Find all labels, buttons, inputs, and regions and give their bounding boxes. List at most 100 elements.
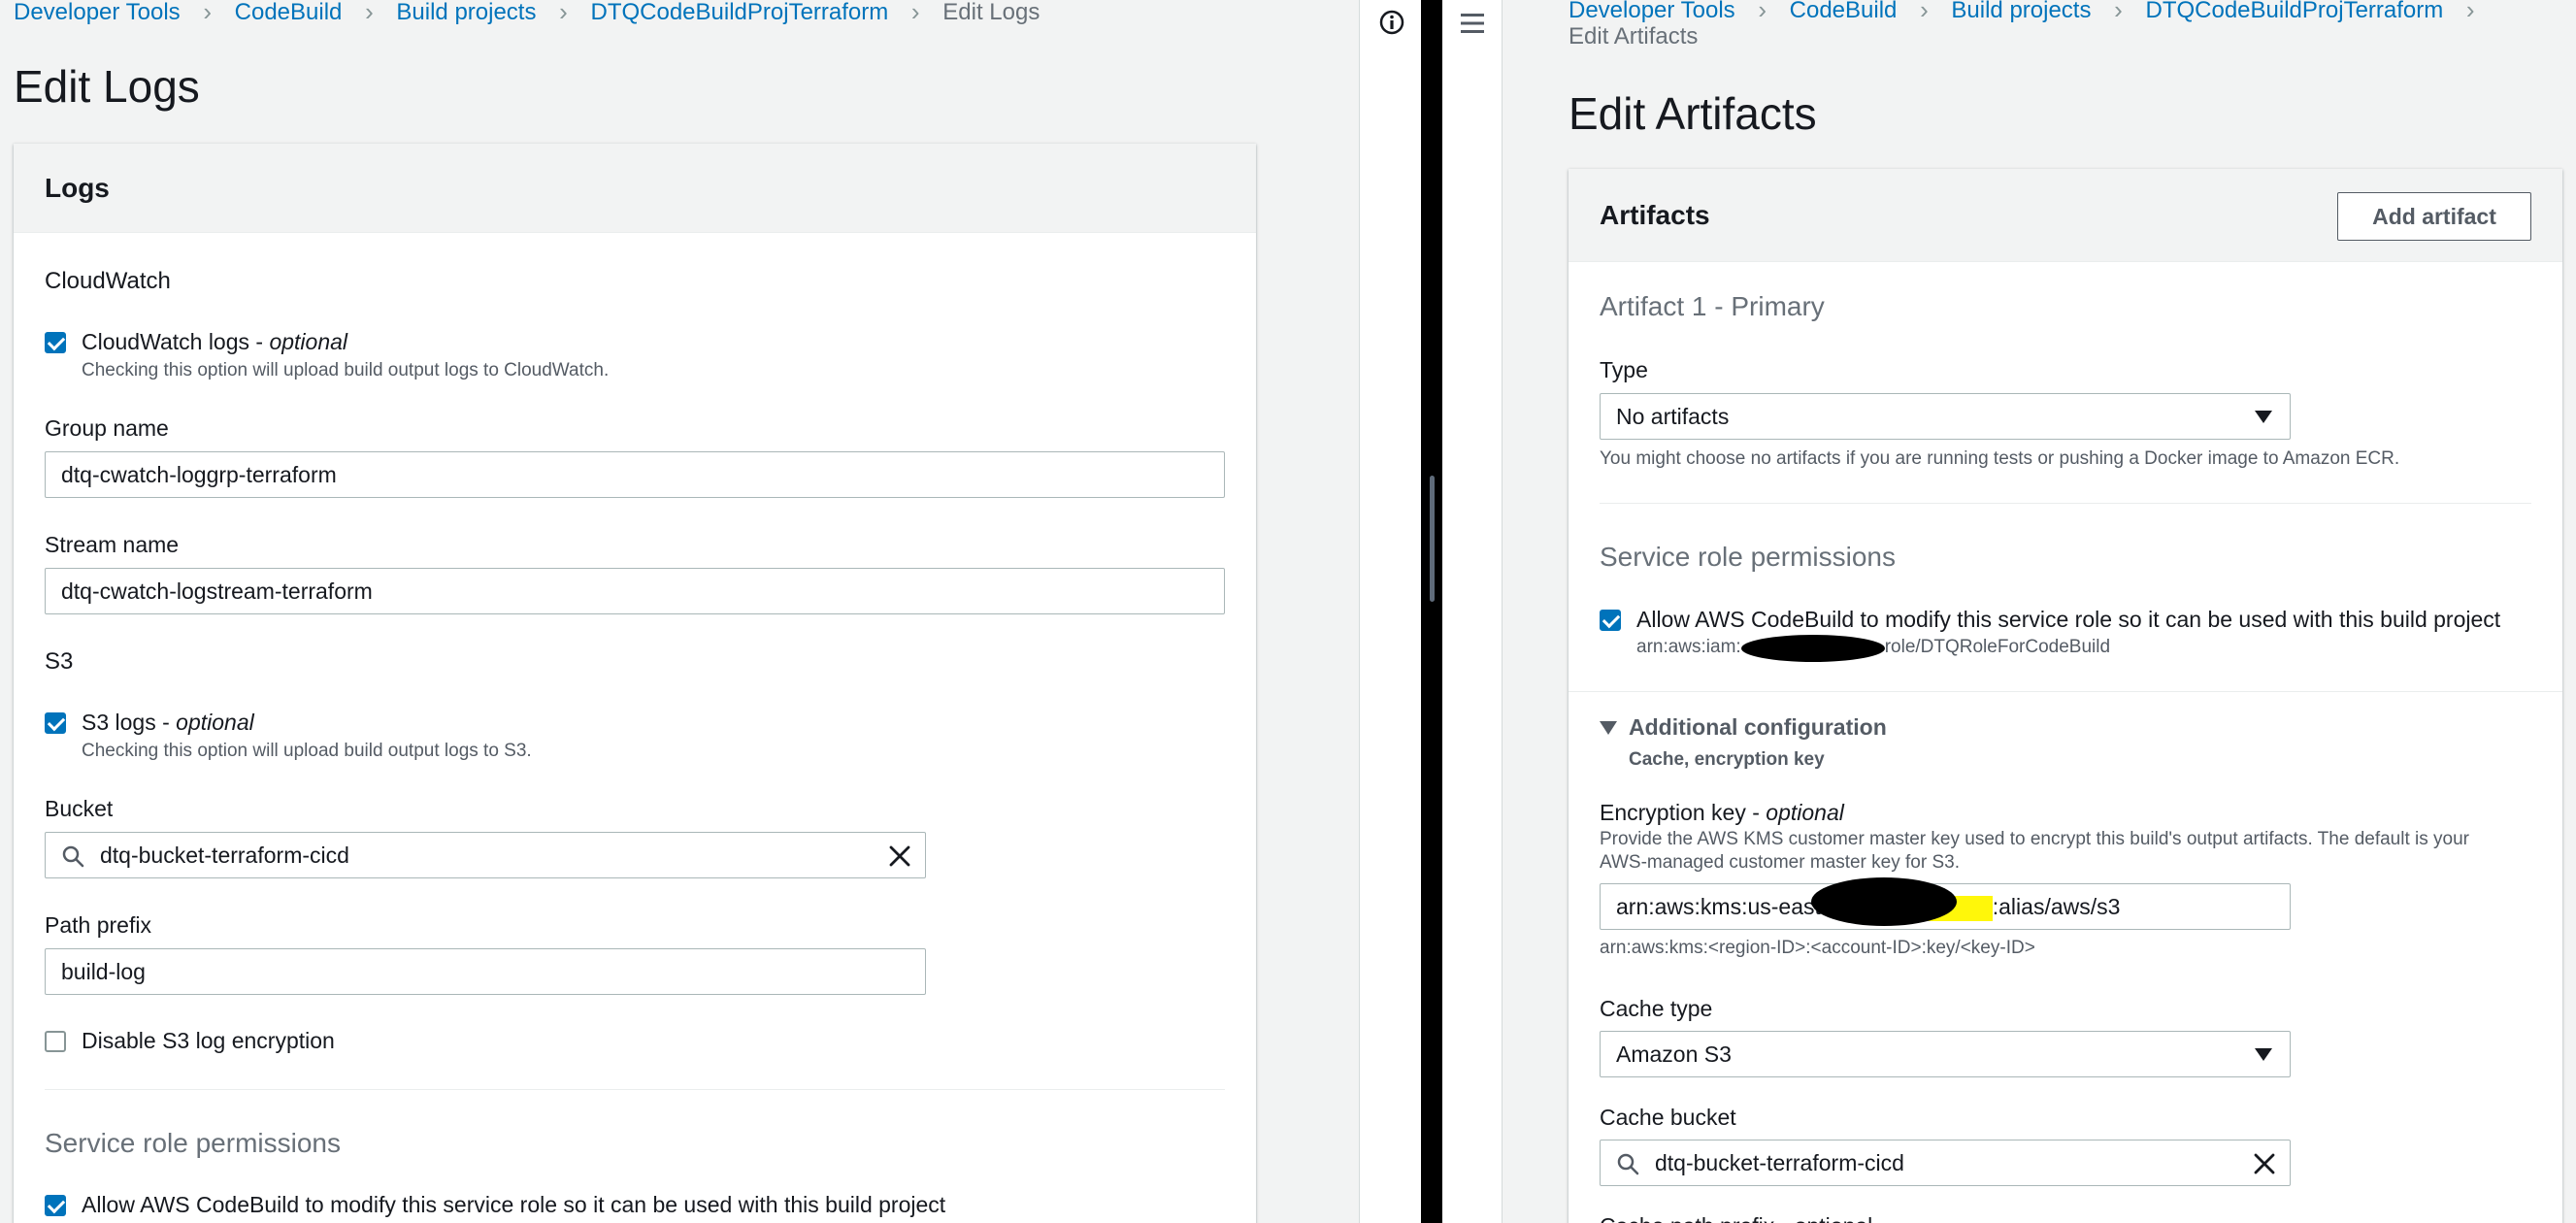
- panel-header: [14, 144, 1256, 233]
- optional-text: optional: [176, 710, 254, 735]
- stream-name-label: Stream name: [45, 532, 180, 557]
- info-panel-strip: [1359, 0, 1421, 1223]
- encryption-hint-line-1: Provide the AWS KMS customer master key …: [1600, 829, 2469, 849]
- encryption-format-hint: arn:aws:kms:<region-ID>:<account-ID>:key…: [1600, 938, 2035, 958]
- breadcrumb-build-projects[interactable]: Build projects: [1951, 0, 2091, 24]
- service-role-checkbox[interactable]: [45, 1195, 66, 1216]
- type-hint: You might choose no artifacts if you are…: [1600, 448, 2400, 469]
- optional-text: optional: [269, 329, 348, 354]
- additional-configuration-subtitle: Cache, encryption key: [1629, 749, 1825, 770]
- close-icon[interactable]: [888, 844, 911, 868]
- panel-title: Artifacts: [1600, 200, 1710, 230]
- breadcrumb-line-2: Edit Artifacts: [1569, 23, 1698, 50]
- section-divider: [1569, 691, 2562, 692]
- path-prefix-input[interactable]: build-log: [45, 948, 926, 995]
- service-role-label: Allow AWS CodeBuild to modify this servi…: [1636, 607, 2501, 632]
- search-icon: [62, 845, 84, 868]
- split-drag-handle[interactable]: [1430, 476, 1435, 602]
- cloudwatch-logs-checkbox[interactable]: [45, 332, 66, 353]
- side-nav-strip: [1442, 0, 1503, 1223]
- hamburger-menu-icon[interactable]: [1459, 11, 1486, 36]
- page-title: Edit Artifacts: [1569, 88, 1817, 139]
- path-prefix-label: Path prefix: [45, 912, 151, 938]
- s3-logs-label-text: S3 logs -: [82, 710, 177, 735]
- s3-logs-hint: Checking this option will upload build o…: [82, 741, 532, 761]
- artifact-heading: Artifact 1 - Primary: [1600, 291, 1825, 321]
- caret-down-icon: [2255, 411, 2272, 423]
- breadcrumb-separator-icon: ›: [2465, 0, 2475, 24]
- s3-logs-label: S3 logs - optional: [82, 710, 254, 736]
- encryption-key-label-text: Encryption key -: [1600, 800, 1767, 825]
- stream-name-input[interactable]: dtq-cwatch-logstream-terraform: [45, 568, 1225, 614]
- cache-type-value: Amazon S3: [1616, 1041, 1732, 1067]
- section-divider: [45, 1089, 1225, 1090]
- disable-s3-encryption-checkbox[interactable]: [45, 1031, 66, 1052]
- breadcrumb-codebuild[interactable]: CodeBuild: [235, 0, 343, 26]
- cloudwatch-logs-label: CloudWatch logs - optional: [82, 329, 347, 355]
- type-select-value: No artifacts: [1616, 404, 1730, 429]
- breadcrumb-project[interactable]: DTQCodeBuildProjTerraform: [590, 0, 888, 26]
- breadcrumb-separator-icon: ›: [1920, 0, 1929, 24]
- breadcrumb-current: Edit Artifacts: [1569, 23, 1699, 50]
- service-role-heading: Service role permissions: [1600, 542, 1896, 572]
- cache-type-label: Cache type: [1600, 996, 1713, 1021]
- cache-bucket-value: dtq-bucket-terraform-cicd: [1655, 1150, 1904, 1175]
- s3-section-label: S3: [45, 648, 74, 675]
- add-artifact-button[interactable]: Add artifact: [2337, 192, 2531, 241]
- breadcrumb-separator-icon: ›: [365, 0, 374, 26]
- optional-text: optional: [1766, 800, 1844, 825]
- breadcrumb-current: Edit Logs: [942, 0, 1040, 25]
- arn-prefix: arn:aws:iam:: [1636, 637, 1741, 657]
- encryption-key-label: Encryption key - optional: [1600, 800, 1844, 826]
- breadcrumb-developer-tools[interactable]: Developer Tools: [1569, 0, 1735, 24]
- type-label: Type: [1600, 357, 1648, 382]
- service-role-heading: Service role permissions: [45, 1128, 341, 1158]
- type-select[interactable]: No artifacts: [1600, 393, 2291, 440]
- bucket-label: Bucket: [45, 796, 114, 821]
- breadcrumb-build-projects[interactable]: Build projects: [396, 0, 536, 26]
- encryption-value-suffix: :alias/aws/s3: [1992, 894, 2121, 919]
- logs-panel: Logs CloudWatch CloudWatch logs - option…: [14, 144, 1256, 1223]
- cloudwatch-logs-label-text: CloudWatch logs -: [82, 329, 270, 354]
- additional-configuration-toggle[interactable]: Additional configuration: [1629, 714, 1887, 741]
- redaction-mark: [1811, 877, 1957, 926]
- bucket-search-input[interactable]: dtq-bucket-terraform-cicd: [45, 832, 926, 878]
- expand-caret-icon[interactable]: [1600, 721, 1617, 735]
- section-divider: [1600, 503, 2531, 504]
- cache-type-select[interactable]: Amazon S3: [1600, 1031, 2291, 1077]
- encryption-hint-line-2: AWS-managed customer master key for S3.: [1600, 852, 1960, 873]
- service-role-label: Allow AWS CodeBuild to modify this servi…: [82, 1192, 946, 1217]
- info-icon[interactable]: [1379, 10, 1404, 35]
- group-name-input[interactable]: dtq-cwatch-loggrp-terraform: [45, 451, 1225, 498]
- search-icon: [1617, 1153, 1639, 1175]
- edit-logs-pane: Developer Tools › CodeBuild › Build proj…: [0, 0, 1359, 1223]
- service-role-checkbox[interactable]: [1600, 610, 1621, 631]
- close-icon[interactable]: [2253, 1152, 2276, 1175]
- s3-logs-checkbox[interactable]: [45, 712, 66, 734]
- panel-title: Logs: [45, 173, 110, 203]
- group-name-label: Group name: [45, 415, 169, 441]
- cache-bucket-search-input[interactable]: dtq-bucket-terraform-cicd: [1600, 1140, 2291, 1186]
- cache-path-prefix-label: Cache path prefix - optional: [1600, 1213, 1872, 1223]
- breadcrumb-separator-icon: ›: [2114, 0, 2123, 24]
- breadcrumb-separator-icon: ›: [203, 0, 212, 26]
- breadcrumb-project[interactable]: DTQCodeBuildProjTerraform: [2145, 0, 2443, 24]
- edit-artifacts-pane: Developer Tools › CodeBuild › Build proj…: [1442, 0, 2576, 1223]
- caret-down-icon: [2255, 1048, 2272, 1061]
- artifacts-panel: Artifacts Add artifact Artifact 1 - Prim…: [1569, 169, 2562, 1223]
- page-title: Edit Logs: [14, 61, 200, 112]
- breadcrumb-separator-icon: ›: [1758, 0, 1767, 24]
- arn-suffix: role/DTQRoleForCodeBuild: [1884, 637, 2111, 657]
- cloudwatch-section-label: CloudWatch: [45, 268, 171, 294]
- redaction-mark: [1741, 635, 1885, 662]
- split-divider: [1421, 0, 1442, 1223]
- breadcrumb: Developer Tools › CodeBuild › Build proj…: [1569, 0, 2497, 25]
- breadcrumb-separator-icon: ›: [559, 0, 568, 26]
- cloudwatch-logs-hint: Checking this option will upload build o…: [82, 360, 610, 380]
- breadcrumb-developer-tools[interactable]: Developer Tools: [14, 0, 181, 26]
- cache-bucket-label: Cache bucket: [1600, 1105, 1736, 1130]
- disable-s3-encryption-label: Disable S3 log encryption: [82, 1028, 335, 1053]
- breadcrumb-separator-icon: ›: [910, 0, 920, 26]
- breadcrumb-codebuild[interactable]: CodeBuild: [1790, 0, 1898, 24]
- breadcrumb: Developer Tools › CodeBuild › Build proj…: [14, 0, 1040, 27]
